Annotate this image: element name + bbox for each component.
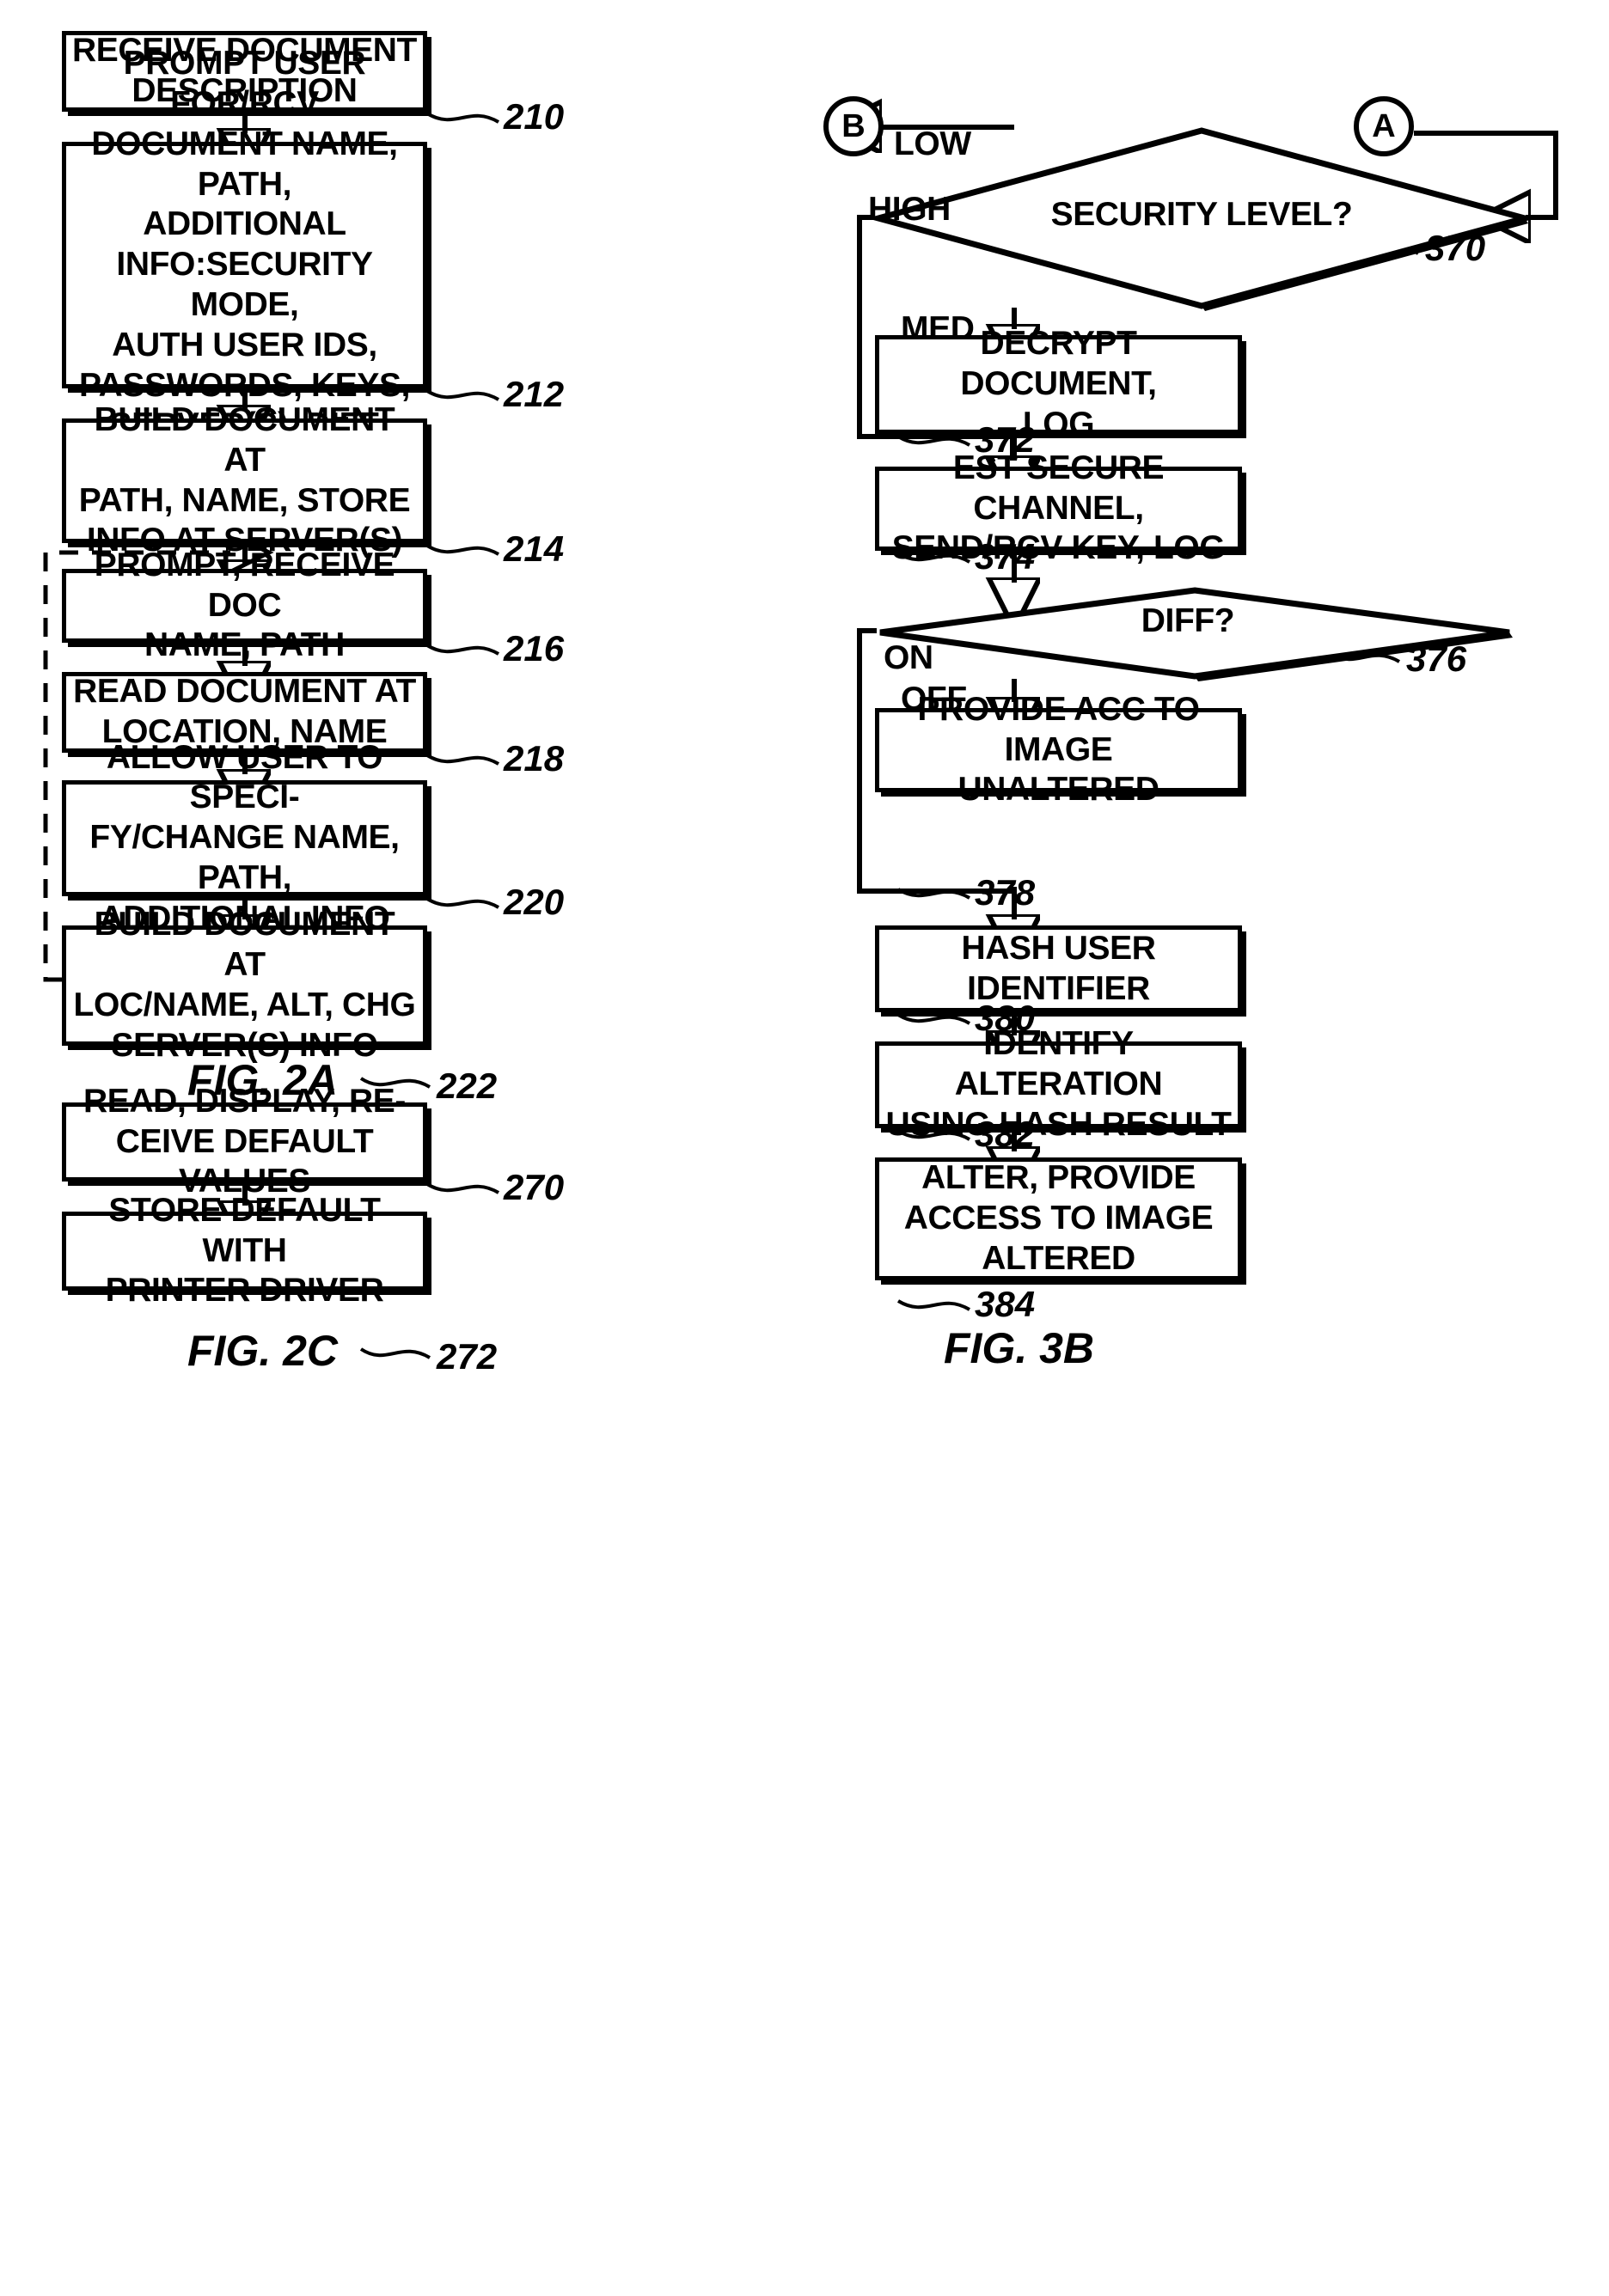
decision-text-370: SECURITY LEVEL? <box>1050 196 1353 233</box>
step-text-216: PROMPT, RECEIVE DOC NAME, PATH <box>94 546 395 664</box>
ref-numeral-370: 370 <box>1425 228 1486 268</box>
ref-numeral-210: 210 <box>504 96 565 137</box>
step-text-270: READ, DISPLAY, RE- CEIVE DEFAULT VALUES <box>83 1082 406 1200</box>
ref-numeral-218: 218 <box>504 738 565 779</box>
step-text-378: PROVIDE ACC TO IMAGE UNALTERED <box>917 690 1200 809</box>
ref-numeral-382: 382 <box>975 1114 1036 1154</box>
leader-384 <box>896 1299 971 1311</box>
step-text-222: BUILD DOCUMENT AT LOC/NAME, ALT, CHG SER… <box>73 906 416 1064</box>
step-text-214: BUILD DOCUMENT AT PATH, NAME, STORE INFO… <box>78 400 411 559</box>
leader-272 <box>359 1347 431 1359</box>
ref-numeral-272: 272 <box>437 1336 498 1377</box>
leader-210 <box>425 112 500 124</box>
step-box-372: DECRYPT DOCUMENT, LOG <box>875 325 1242 443</box>
leader-220 <box>425 897 500 909</box>
step-box-212: PROMPT USER FOR/RCV DOCUMENT NAME, PATH,… <box>62 45 427 484</box>
ref-numeral-222: 222 <box>437 1066 498 1106</box>
step-text-372: DECRYPT DOCUMENT, LOG <box>960 325 1157 443</box>
leader-214 <box>425 544 500 556</box>
step-text-382: IDENTIFY ALTERATION USING HASH RESULT <box>885 1025 1232 1143</box>
step-box-380: HASH USER IDENTIFIER <box>875 925 1242 1012</box>
leader-380 <box>896 1013 971 1025</box>
leader-216 <box>425 644 500 656</box>
step-box-384: ALTER, PROVIDE ACCESS TO IMAGE ALTERED <box>875 1157 1242 1280</box>
decision-diamond-370: SECURITY LEVEL? <box>866 127 1537 311</box>
step-box-270: READ, DISPLAY, RE- CEIVE DEFAULT VALUES <box>62 1083 427 1200</box>
branch-label-high: HIGH <box>868 191 951 228</box>
ref-numeral-270: 270 <box>504 1167 565 1207</box>
leader-212 <box>425 389 500 401</box>
ref-numeral-384: 384 <box>975 1284 1036 1324</box>
ref-numeral-216: 216 <box>504 628 565 669</box>
patent-drawing-sheet: RECEIVE DOCUMENT DESCRIPTION 210 PROMPT … <box>0 0 1609 2296</box>
branch-label-low: LOW <box>894 125 971 162</box>
ref-numeral-376: 376 <box>1406 638 1467 679</box>
leader-270 <box>425 1182 500 1194</box>
figure-caption-3b: FIG. 3B <box>944 1324 1095 1372</box>
ref-numeral-212: 212 <box>504 374 565 414</box>
step-box-378: PROVIDE ACC TO IMAGE UNALTERED <box>875 691 1242 808</box>
step-box-272: STORE DEFAULT WITH PRINTER DRIVER <box>62 1192 427 1309</box>
step-box-214: BUILD DOCUMENT AT PATH, NAME, STORE INFO… <box>62 401 427 559</box>
leader-218 <box>425 754 500 766</box>
step-text-384: ALTER, PROVIDE ACCESS TO IMAGE ALTERED <box>903 1159 1214 1277</box>
step-box-382: IDENTIFY ALTERATION USING HASH RESULT <box>875 1025 1242 1143</box>
ref-numeral-220: 220 <box>504 882 565 922</box>
step-box-222: BUILD DOCUMENT AT LOC/NAME, ALT, CHG SER… <box>62 906 427 1064</box>
step-box-374: EST SECURE CHANNEL, SEND/RCV KEY, LOG <box>875 449 1242 566</box>
ref-numeral-374: 374 <box>975 536 1036 577</box>
step-text-272: STORE DEFAULT WITH PRINTER DRIVER <box>105 1191 384 1310</box>
ref-numeral-378: 378 <box>975 872 1036 913</box>
step-box-220: ALLOW USER TO SPECI- FY/CHANGE NAME, PAT… <box>62 739 427 937</box>
connector-label-b: B <box>841 107 866 144</box>
branch-label-on: ON <box>884 639 933 676</box>
step-box-216: PROMPT, RECEIVE DOC NAME, PATH <box>62 547 427 663</box>
step-text-374: EST SECURE CHANNEL, SEND/RCV KEY, LOG <box>891 449 1226 567</box>
step-text-380: HASH USER IDENTIFIER <box>961 929 1156 1007</box>
figure-caption-2c: FIG. 2C <box>187 1327 339 1375</box>
decision-text-376: DIFF? <box>1141 602 1235 639</box>
ref-numeral-214: 214 <box>504 528 565 569</box>
